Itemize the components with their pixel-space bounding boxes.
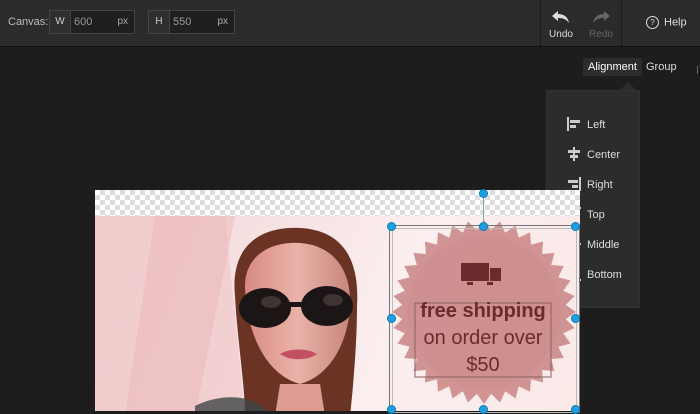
canvas-width-field: W px [49,10,135,34]
top-toolbar: Canvas: W px H px Undo Redo ? Help [0,0,700,47]
help-button[interactable]: ? Help [646,16,687,29]
align-top-label: Top [587,209,605,221]
align-left-label: Left [587,119,606,131]
redo-label: Redo [589,29,613,40]
resize-handle-top-right[interactable] [571,222,580,231]
rotate-handle-stem [483,197,484,225]
resize-handle-right[interactable] [571,314,580,323]
panel-pointer [620,82,636,90]
tab-alignment[interactable]: Alignment [583,58,642,76]
align-middle-label: Middle [587,239,620,251]
resize-handle-top[interactable] [479,222,488,231]
resize-handle-left[interactable] [387,314,396,323]
align-right-label: Right [587,179,613,191]
selection-inner-outline [392,228,577,413]
help-icon: ? [646,16,659,29]
resize-handle-top-left[interactable] [387,222,396,231]
height-unit-label: px [217,16,228,27]
resize-handle-bottom-left[interactable] [387,405,396,414]
align-left-icon [567,117,580,131]
align-center-label: Center [587,149,621,161]
redo-button[interactable]: Redo [581,0,621,46]
tab-group[interactable]: Group [641,58,682,76]
canvas-height-input[interactable] [173,14,223,30]
rotate-handle[interactable] [479,189,488,198]
align-center-icon [568,147,580,161]
undo-icon [552,11,569,23]
toolbar-divider [621,0,622,46]
panel-edge [697,66,698,74]
canvas-height-field: H px [148,10,235,34]
align-right-icon [568,177,581,191]
resize-handle-bottom-right[interactable] [571,405,580,414]
align-bottom-label: Bottom [587,269,622,281]
undo-label: Undo [549,29,573,40]
canvas-label: Canvas: [8,16,49,28]
undo-button[interactable]: Undo [541,0,581,46]
height-key-label: H [149,11,170,33]
width-key-label: W [50,11,71,33]
redo-icon [593,11,610,23]
width-unit-label: px [117,16,128,27]
help-label: Help [664,16,687,29]
resize-handle-bottom[interactable] [479,405,488,414]
